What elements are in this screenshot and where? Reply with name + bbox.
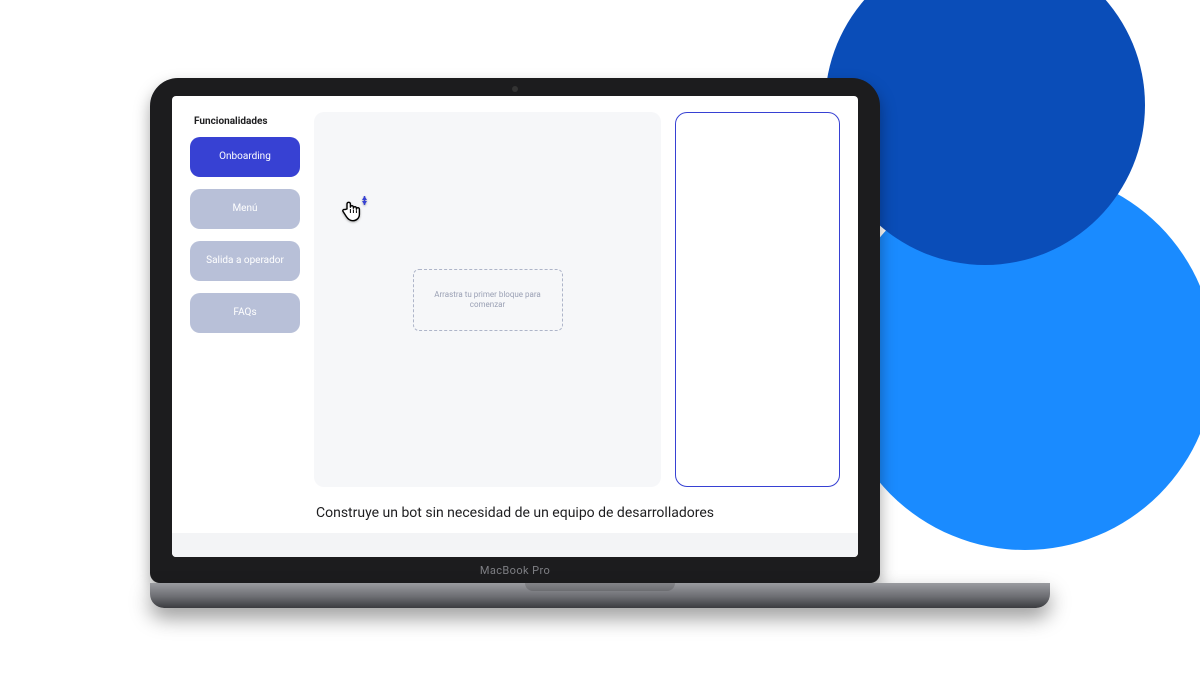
dropzone-text: Arrastra tu primer bloque para comenzar	[433, 290, 543, 310]
fn-item-faqs[interactable]: FAQs	[190, 293, 300, 333]
dropzone[interactable]: Arrastra tu primer bloque para comenzar	[413, 269, 563, 331]
builder-canvas[interactable]: Arrastra tu primer bloque para comenzar	[314, 112, 661, 487]
laptop-frame: Funcionalidades Onboarding Menú Salida a…	[150, 78, 1050, 608]
fn-item-salida-operador[interactable]: Salida a operador	[190, 241, 300, 281]
caption-bar: Construye un bot sin necesidad de un equ…	[172, 495, 858, 533]
app-screen: Funcionalidades Onboarding Menú Salida a…	[172, 96, 858, 557]
caption: Construye un bot sin necesidad de un equ…	[172, 505, 858, 521]
fn-item-onboarding[interactable]: Onboarding	[190, 137, 300, 177]
laptop-brand: MacBook Pro	[480, 564, 550, 577]
preview-panel	[675, 112, 840, 487]
sidebar-title: Funcionalidades	[194, 116, 300, 127]
sidebar-funcionalidades: Funcionalidades Onboarding Menú Salida a…	[190, 112, 300, 487]
fn-item-menu[interactable]: Menú	[190, 189, 300, 229]
laptop-base	[150, 583, 1050, 608]
footer-spacer	[172, 533, 858, 557]
